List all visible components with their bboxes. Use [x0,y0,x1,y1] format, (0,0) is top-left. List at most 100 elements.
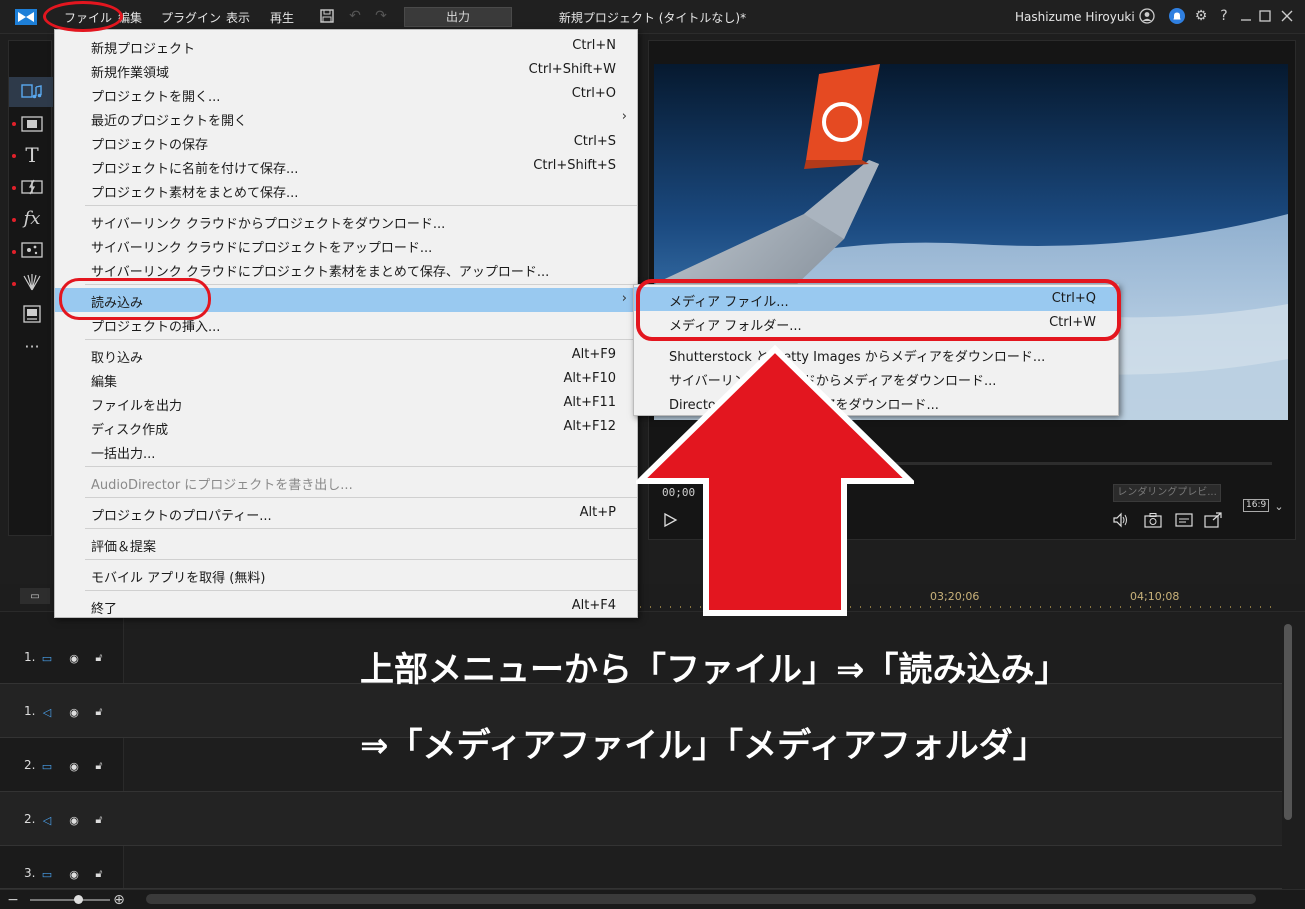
menu-edit[interactable]: 編集 [118,9,142,26]
menu-item-save-project[interactable]: プロジェクトの保存 Ctrl+S [55,130,639,154]
menu-item-project-properties[interactable]: プロジェクトのプロパティー... Alt+P [55,501,639,525]
menu-item-download-stock[interactable]: Shutterstock と Getty Images からメディアをダウンロー… [634,342,1118,366]
menu-item-label: プロジェクトに名前を付けて保存... [91,162,299,177]
menu-plugin[interactable]: プラグイン [161,9,221,26]
submenu-arrow-icon: › [621,291,627,306]
zoom-slider-handle[interactable] [74,895,83,904]
lock-icon[interactable]: 🔓︎ [92,651,106,665]
chevron-down-icon[interactable]: ⌄ [1270,497,1288,515]
menu-item-rate-suggest[interactable]: 評価＆提案 [55,532,639,556]
room-sidebar: T fx ··· [8,40,53,536]
eye-icon[interactable]: ◉ [67,705,81,719]
zoom-in-icon[interactable]: ⊕ [110,891,128,909]
track-row[interactable]: 2. ◁ ◉ 🔓︎ [0,792,1282,846]
menu-item-cloud-pack-upload[interactable]: サイバーリンク クラウドにプロジェクト素材をまとめて保存、アップロード... [55,257,639,281]
file-menu-dropdown: 新規プロジェクト Ctrl+N 新規作業領域 Ctrl+Shift+W プロジェクト… [54,29,639,618]
menu-item-media-folder[interactable]: メディア フォルダー... Ctrl+W [634,311,1118,335]
menu-item-open-project[interactable]: プロジェクトを開く... Ctrl+O [55,82,639,106]
menu-item-create-disc[interactable]: ディスク作成 Alt+F12 [55,415,639,439]
audio-mixer-icon[interactable] [19,271,45,293]
menu-item-label: メディア ファイル... [669,295,789,310]
ruler-tick-label: 04;10;08 [1130,590,1180,603]
eye-icon[interactable]: ◉ [67,651,81,665]
particle-icon[interactable] [19,239,45,261]
import-submenu: メディア ファイル... Ctrl+Q メディア フォルダー... Ctrl+W S… [633,284,1119,416]
menu-item-download-directorzone[interactable]: DirectorZone からメディアをダウンロード... [634,390,1118,414]
volume-icon[interactable] [1111,510,1131,530]
menu-separator [85,590,637,591]
menu-item-mobile-app[interactable]: モバイル アプリを取得 (無料) [55,563,639,587]
menu-item-label: プロジェクトを開く... [91,90,221,105]
menu-view[interactable]: 表示 [226,9,250,26]
user-avatar-icon[interactable] [1138,7,1156,25]
undo-icon[interactable]: ↶ [346,7,364,25]
redo-icon[interactable]: ↷ [372,7,390,25]
media-room-icon[interactable] [19,81,45,103]
red-dot-marker [12,186,16,190]
menu-item-new-project[interactable]: 新規プロジェクト Ctrl+N [55,34,639,58]
lock-icon[interactable]: 🔓︎ [92,759,106,773]
zoom-out-icon[interactable]: − [4,891,22,909]
save-icon[interactable] [318,7,336,25]
zoom-slider[interactable] [30,899,110,901]
close-icon[interactable] [1278,7,1296,25]
menu-item-edit[interactable]: 編集 Alt+F10 [55,367,639,391]
menu-item-cloud-download[interactable]: サイバーリンク クラウドからプロジェクトをダウンロード... [55,209,639,233]
menu-item-pack-materials[interactable]: プロジェクト素材をまとめて保存... [55,178,639,202]
notification-bell-icon[interactable] [1168,7,1186,25]
more-icon[interactable]: ··· [19,335,45,357]
minimize-icon[interactable] [1237,7,1255,25]
preview-seekbar[interactable] [662,462,1272,465]
menu-item-capture[interactable]: 取り込み Alt+F9 [55,343,639,367]
video-fx-icon[interactable] [19,113,45,135]
menu-item-new-workspace[interactable]: 新規作業領域 Ctrl+Shift+W [55,58,639,82]
menu-item-media-file[interactable]: メディア ファイル... Ctrl+Q [634,287,1118,311]
menu-item-label: 最近のプロジェクトを開く [91,114,248,129]
title-icon[interactable]: T [19,143,45,167]
menu-item-batch-produce[interactable]: 一括出力... [55,439,639,463]
menu-item-label: 編集 [91,375,118,390]
instruction-line-2: ⇒「メディアファイル」「メディアフォルダ」 [360,726,1047,766]
output-button[interactable]: 出力 [404,7,512,27]
maximize-icon[interactable] [1256,7,1274,25]
snapshot-camera-icon[interactable] [1143,510,1163,530]
menu-item-shortcut: Alt+F9 [571,347,616,362]
render-preview-button[interactable]: レンダリングプレビ... [1113,484,1221,502]
track-label: 1. [24,704,36,718]
play-icon[interactable] [660,510,680,530]
menu-item-import[interactable]: 読み込み › [55,288,639,312]
preview-timecode: 00;00 [662,486,696,499]
menu-item-download-cloud[interactable]: サイバーリンク クラウドからメディアをダウンロード... [634,366,1118,390]
track-row[interactable]: 3. ▭ ◉ 🔓︎ [0,846,1282,889]
menu-file[interactable]: ファイル [64,9,112,26]
menu-item-produce[interactable]: ファイルを出力 Alt+F11 [55,391,639,415]
menu-item-insert-project[interactable]: プロジェクトの挿入... [55,312,639,336]
subtitles-toggle-icon[interactable] [1174,510,1194,530]
eye-icon[interactable]: ◉ [67,867,81,881]
transition-icon[interactable] [19,176,45,198]
help-icon[interactable]: ? [1215,7,1233,25]
menu-item-shortcut: Alt+P [579,505,616,520]
menu-item-exit[interactable]: 終了 Alt+F4 [55,594,639,618]
undock-preview-icon[interactable] [1203,510,1223,530]
timeline-view-toggle-icon[interactable]: ▭ [20,588,50,604]
lock-icon[interactable]: 🔓︎ [92,705,106,719]
subtitle-icon[interactable] [19,303,45,325]
timeline-horizontal-scrollbar[interactable] [146,894,1256,904]
eye-icon[interactable]: ◉ [67,813,81,827]
lock-icon[interactable]: 🔓︎ [92,867,106,881]
timeline-vertical-scrollbar[interactable] [1284,624,1292,820]
menu-item-shortcut: Ctrl+Shift+W [528,62,616,77]
menu-item-recent-projects[interactable]: 最近のプロジェクトを開く › [55,106,639,130]
settings-gear-icon[interactable]: ⚙ [1192,7,1210,25]
ruler-tick-label: 03;20;06 [930,590,980,603]
menu-item-label: モバイル アプリを取得 (無料) [91,571,266,586]
menu-playback[interactable]: 再生 [270,9,294,26]
fx-icon[interactable]: fx [19,207,45,229]
track-label: 1. [24,650,36,664]
lock-icon[interactable]: 🔓︎ [92,813,106,827]
eye-icon[interactable]: ◉ [67,759,81,773]
menu-item-save-as[interactable]: プロジェクトに名前を付けて保存... Ctrl+Shift+S [55,154,639,178]
menu-item-cloud-upload[interactable]: サイバーリンク クラウドにプロジェクトをアップロード... [55,233,639,257]
aspect-ratio-button[interactable]: 16:9 [1243,499,1270,512]
